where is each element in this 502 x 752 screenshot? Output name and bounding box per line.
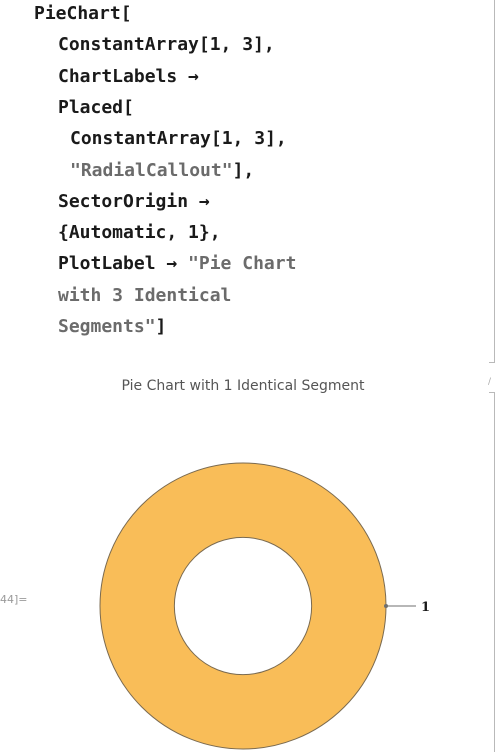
pie-sector[interactable]	[99, 462, 387, 750]
pie-chart: 1	[99, 462, 430, 750]
callout-dot	[384, 604, 388, 608]
callout-label: 1	[421, 600, 430, 615]
